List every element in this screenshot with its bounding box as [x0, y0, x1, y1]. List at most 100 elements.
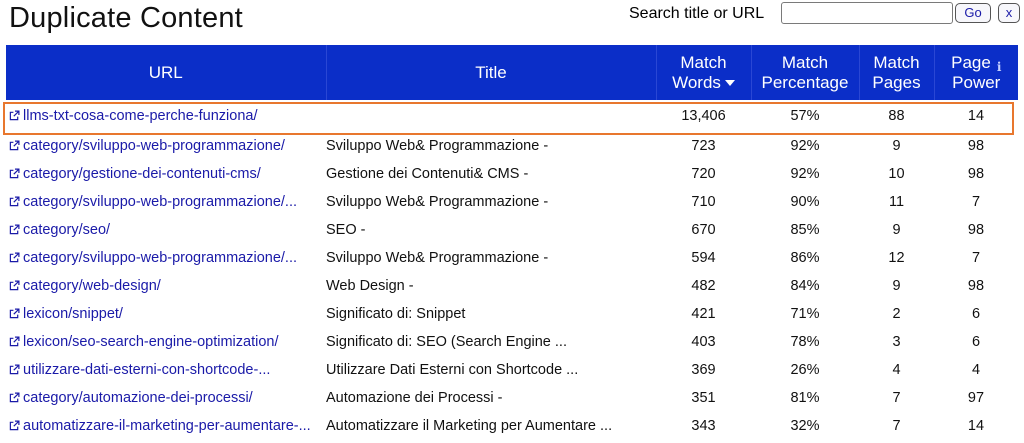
- url-link[interactable]: llms-txt-cosa-come-perche-funziona/: [9, 108, 258, 124]
- match-pages-cell: 12: [888, 250, 905, 266]
- title-cell: Sviluppo Web& Programmazione -: [326, 138, 549, 154]
- match-words-cell: 670: [691, 222, 716, 238]
- match-words-cell: 421: [691, 306, 716, 322]
- url-cell: category/seo/: [6, 216, 326, 244]
- external-link-icon[interactable]: [9, 140, 20, 151]
- column-header-page-power[interactable]: Page i Power: [934, 45, 1018, 100]
- match-pages-cell: 88: [888, 108, 905, 124]
- match-pages-cell: 3: [892, 334, 901, 350]
- url-text: category/seo/: [23, 222, 111, 238]
- table-row: category/sviluppo-web-programmazione/...…: [6, 188, 1018, 216]
- table-row: category/seo/SEO - 670 85% 9 98: [6, 216, 1018, 244]
- match-pages-cell: 4: [892, 362, 901, 378]
- match-percentage-cell: 78%: [790, 334, 820, 350]
- title-cell: Gestione dei Contenuti& CMS -: [326, 166, 529, 182]
- url-link[interactable]: automatizzare-il-marketing-per-aumentare…: [9, 418, 311, 434]
- column-header-match-pages[interactable]: Match Pages: [859, 45, 935, 100]
- url-text: lexicon/seo-search-engine-optimization/: [23, 334, 279, 350]
- url-text: category/sviluppo-web-programmazione/: [23, 138, 285, 154]
- url-cell: lexicon/seo-search-engine-optimization/: [6, 328, 326, 356]
- url-link[interactable]: lexicon/seo-search-engine-optimization/: [9, 334, 279, 350]
- url-cell: category/gestione-dei-contenuti-cms/: [6, 160, 326, 188]
- url-link[interactable]: category/automazione-dei-processi/: [9, 390, 253, 406]
- page-power-cell: 97: [967, 390, 985, 406]
- table-body: llms-txt-cosa-come-perche-funziona/13,40…: [6, 100, 1018, 440]
- match-percentage-cell: 86%: [790, 250, 820, 266]
- column-header-url[interactable]: URL: [6, 45, 327, 100]
- match-percentage-cell: 26%: [790, 362, 820, 378]
- url-cell: llms-txt-cosa-come-perche-funziona/: [6, 100, 326, 132]
- url-cell: category/sviluppo-web-programmazione/...: [6, 188, 326, 216]
- url-link[interactable]: utilizzare-dati-esterni-con-shortcode-..…: [9, 362, 270, 378]
- table-row: category/web-design/Web Design - 482 84% 9 9…: [6, 272, 1018, 300]
- go-button[interactable]: Go: [955, 3, 991, 23]
- match-percentage-cell: 32%: [790, 418, 820, 434]
- table-row: utilizzare-dati-esterni-con-shortcode-..…: [6, 356, 1018, 384]
- external-link-icon[interactable]: [9, 168, 20, 179]
- page-power-cell: 6: [971, 334, 981, 350]
- table-row: category/automazione-dei-processi/Automa…: [6, 384, 1018, 412]
- external-link-icon[interactable]: [9, 364, 20, 375]
- table-row: category/sviluppo-web-programmazione/...…: [6, 244, 1018, 272]
- clear-search-button[interactable]: x: [998, 3, 1020, 23]
- column-header-match-percentage-line1: Match: [781, 52, 829, 72]
- table-header-row: URL Title Match Words Match Percentage M…: [6, 45, 1018, 100]
- url-cell: automatizzare-il-marketing-per-aumentare…: [6, 412, 326, 440]
- external-link-icon[interactable]: [9, 224, 20, 235]
- page-power-cell: 14: [967, 108, 985, 124]
- external-link-icon[interactable]: [9, 420, 20, 431]
- url-link[interactable]: category/seo/: [9, 222, 110, 238]
- title-cell: [326, 100, 656, 132]
- external-link-icon[interactable]: [9, 336, 20, 347]
- title-cell: Significato di: SEO (Search Engine ...: [326, 334, 567, 350]
- external-link-icon[interactable]: [9, 392, 20, 403]
- url-link[interactable]: category/sviluppo-web-programmazione/...: [9, 250, 297, 266]
- url-link[interactable]: category/sviluppo-web-programmazione/...: [9, 194, 297, 210]
- url-text: llms-txt-cosa-come-perche-funziona/: [23, 108, 258, 124]
- url-link[interactable]: category/web-design/: [9, 278, 161, 294]
- match-pages-cell: 10: [888, 166, 905, 182]
- external-link-icon[interactable]: [9, 110, 20, 121]
- column-header-match-pages-line2: Pages: [872, 72, 921, 92]
- match-percentage-cell: 90%: [790, 194, 820, 210]
- match-words-cell: 343: [691, 418, 716, 434]
- url-link[interactable]: lexicon/snippet/: [9, 306, 123, 322]
- match-pages-cell: 11: [888, 194, 905, 210]
- match-words-cell: 710: [691, 194, 716, 210]
- column-header-match-percentage[interactable]: Match Percentage: [751, 45, 860, 100]
- external-link-icon[interactable]: [9, 280, 20, 291]
- search-input[interactable]: [781, 2, 953, 24]
- url-link[interactable]: category/gestione-dei-contenuti-cms/: [9, 166, 261, 182]
- external-link-icon[interactable]: [9, 196, 20, 207]
- match-percentage-cell: 84%: [790, 278, 820, 294]
- column-header-url-label: URL: [148, 62, 183, 82]
- match-words-cell: 723: [691, 138, 716, 154]
- table-row: lexicon/snippet/Significato di: Snippet 4…: [6, 300, 1018, 328]
- page-power-cell: 98: [967, 166, 985, 182]
- title-cell: Automazione dei Processi -: [326, 390, 503, 406]
- url-text: category/web-design/: [23, 278, 161, 294]
- column-header-title-label: Title: [475, 62, 507, 82]
- match-percentage-cell: 85%: [790, 222, 820, 238]
- top-bar: Duplicate Content Search title or URL Go…: [0, 0, 1024, 44]
- column-header-match-words[interactable]: Match Words: [656, 45, 752, 100]
- title-cell: Web Design -: [326, 278, 414, 294]
- match-pages-cell: 7: [892, 418, 901, 434]
- external-link-icon[interactable]: [9, 308, 20, 319]
- column-header-page-power-line2: Power: [952, 72, 1001, 92]
- page-power-cell: 6: [971, 306, 981, 322]
- url-link[interactable]: category/sviluppo-web-programmazione/: [9, 138, 285, 154]
- url-cell: category/sviluppo-web-programmazione/...: [6, 244, 326, 272]
- title-cell: Significato di: Snippet: [326, 306, 466, 322]
- url-text: utilizzare-dati-esterni-con-shortcode-..…: [23, 362, 271, 378]
- url-text: category/automazione-dei-processi/: [23, 390, 253, 406]
- title-cell: Utilizzare Dati Esterni con Shortcode ..…: [326, 362, 579, 378]
- column-header-title[interactable]: Title: [326, 45, 657, 100]
- url-text: category/gestione-dei-contenuti-cms/: [23, 166, 261, 182]
- column-header-match-words-line2: Words: [672, 72, 721, 92]
- title-cell: Sviluppo Web& Programmazione -: [326, 250, 549, 266]
- external-link-icon[interactable]: [9, 252, 20, 263]
- page-power-cell: 98: [967, 222, 985, 238]
- match-percentage-cell: 81%: [790, 390, 820, 406]
- info-icon[interactable]: i: [997, 57, 1002, 77]
